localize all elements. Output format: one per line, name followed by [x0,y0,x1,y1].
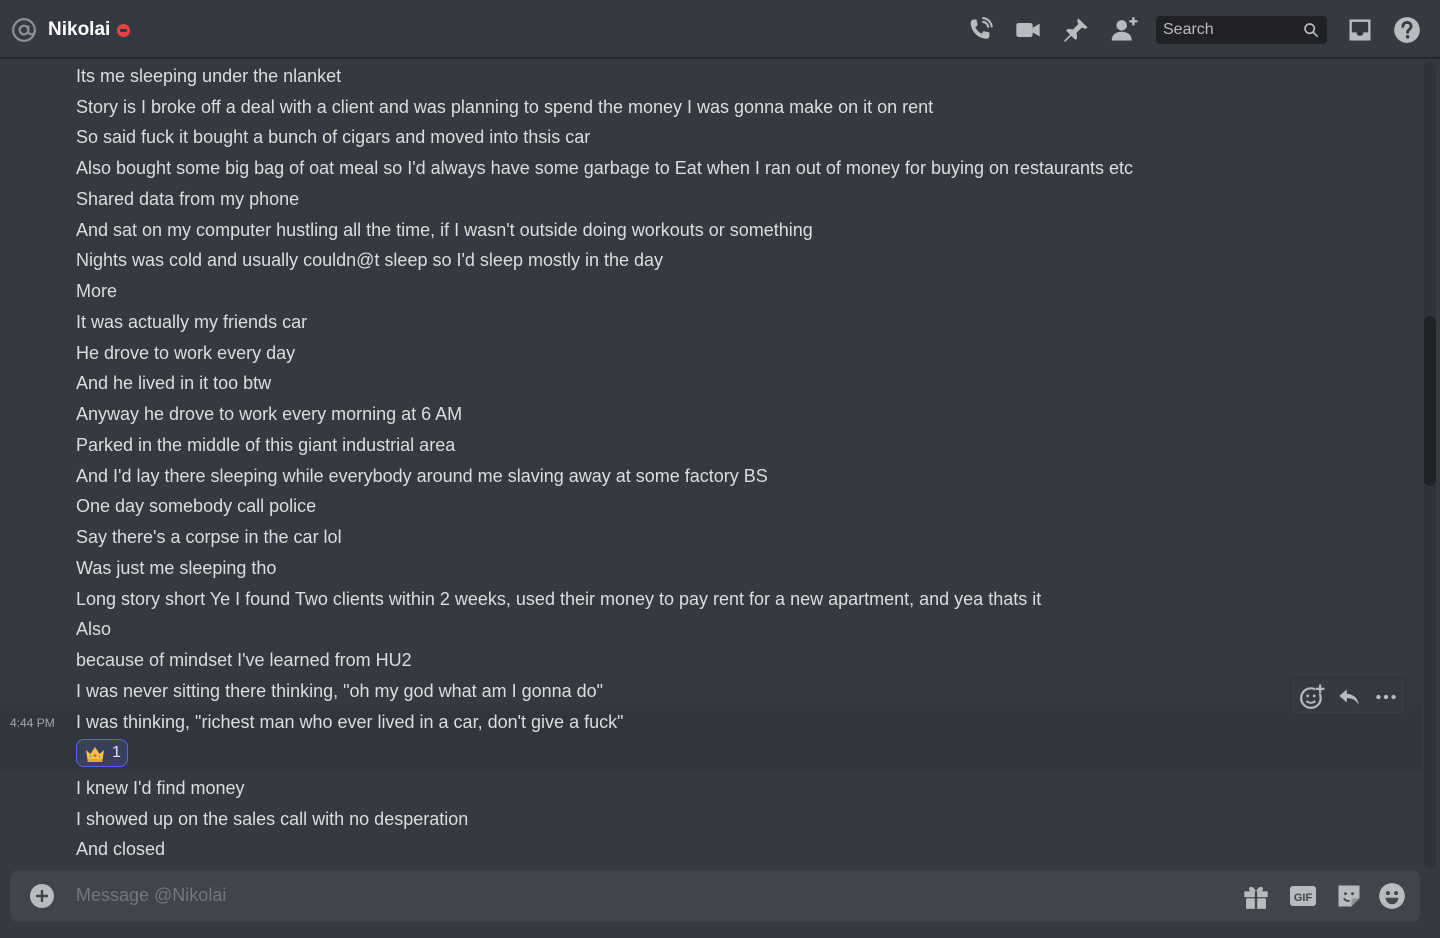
sticker-icon[interactable] [1335,882,1363,910]
phone-call-icon[interactable] [966,16,994,44]
message-text[interactable]: And I'd lay there sleeping while everybo… [76,465,768,487]
message-text[interactable]: Its me sleeping under the nlanket [76,65,341,87]
message-timestamp: 4:44 PM [10,716,55,730]
message-text[interactable]: Nights was cold and usually couldn@t sle… [76,249,663,271]
gift-icon[interactable] [1242,882,1270,910]
message-text[interactable]: Was just me sleeping tho [76,557,276,579]
message-text[interactable]: And sat on my computer hustling all the … [76,219,813,241]
message-text[interactable]: He drove to work every day [76,342,295,364]
message-text[interactable]: I was never sitting there thinking, "oh … [76,680,603,702]
scrollbar-thumb[interactable] [1424,316,1436,486]
message-text[interactable]: I knew I'd find money [76,777,245,799]
at-icon [12,18,36,42]
reply-icon[interactable] [1336,684,1362,710]
message-input-placeholder[interactable]: Message @Nikolai [76,885,226,906]
emoji-icon[interactable] [1378,882,1406,910]
message-text[interactable]: because of mindset I've learned from HU2 [76,649,412,671]
channel-header: Nikolai Search [0,0,1440,58]
message-text[interactable]: It was actually my friends car [76,311,307,333]
message-composer[interactable]: Message @Nikolai GIF [10,870,1420,922]
gif-icon[interactable]: GIF [1289,882,1317,910]
message-action-toolbar [1290,677,1406,715]
message-text[interactable]: Also [76,618,111,640]
message-text[interactable]: I was thinking, "richest man who ever li… [76,711,623,733]
pin-icon[interactable] [1062,16,1090,44]
more-options-icon[interactable] [1373,684,1399,710]
message-text[interactable]: One day somebody call police [76,495,316,517]
message-text[interactable]: Also bought some big bag of oat meal so … [76,157,1133,179]
reaction-button[interactable]: 1 [76,739,128,767]
message-text[interactable]: Long story short Ye I found Two clients … [76,588,1041,610]
search-placeholder: Search [1163,21,1214,38]
message-text[interactable]: I showed up on the sales call with no de… [76,808,468,830]
message-text[interactable]: So said fuck it bought a bunch of cigars… [76,126,590,148]
add-friend-icon[interactable] [1110,16,1138,44]
inbox-icon[interactable] [1346,16,1374,44]
reaction-count: 1 [112,744,121,761]
message-list: Its me sleeping under the nlanket Story … [0,59,1422,869]
message-text[interactable]: Anyway he drove to work every morning at… [76,403,462,425]
video-camera-icon[interactable] [1014,16,1042,44]
upload-plus-icon[interactable] [30,884,54,908]
message-text[interactable]: Parked in the middle of this giant indus… [76,434,455,456]
message-text[interactable]: Say there's a corpse in the car lol [76,526,342,548]
message-text[interactable]: And he lived in it too btw [76,372,271,394]
do-not-disturb-status-icon [117,24,130,37]
dm-recipient-name[interactable]: Nikolai [48,18,110,42]
crown-icon [86,747,104,762]
search-icon [1304,23,1319,38]
message-text[interactable]: Shared data from my phone [76,188,299,210]
message-text[interactable]: And closed [76,838,165,860]
message-text[interactable]: More [76,280,117,302]
message-text[interactable]: Story is I broke off a deal with a clien… [76,96,933,118]
search-input[interactable]: Search [1156,16,1327,44]
help-icon[interactable] [1393,16,1421,44]
add-reaction-icon[interactable] [1299,684,1325,710]
svg-text:GIF: GIF [1294,892,1313,904]
